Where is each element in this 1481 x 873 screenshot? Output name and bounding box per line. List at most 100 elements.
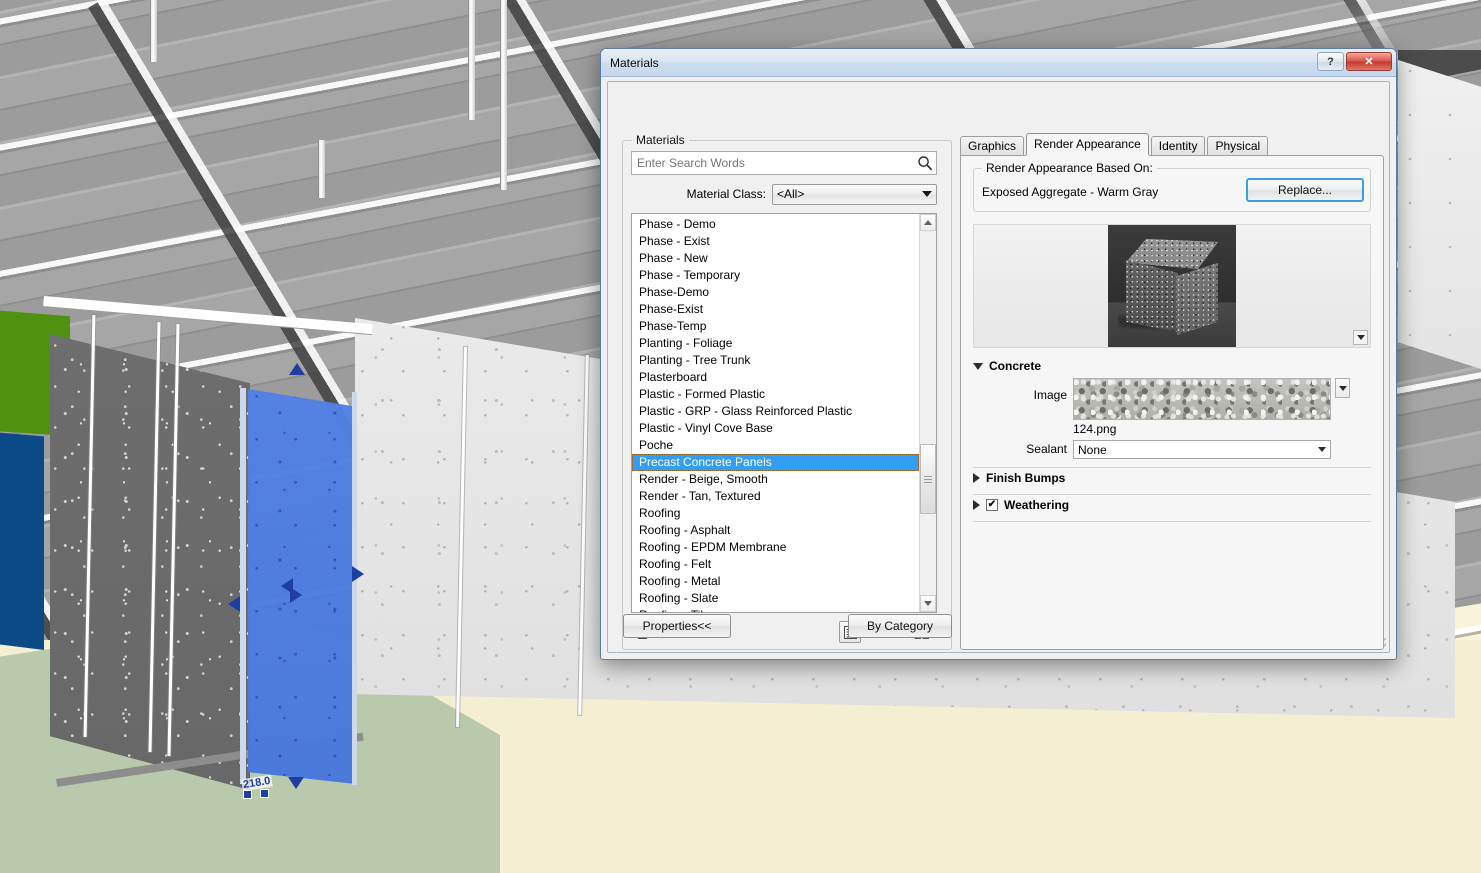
materials-dialog[interactable]: Materials ? ✕ Materials Material Class: [600,48,1397,660]
triangle-down-icon [924,601,932,606]
by-category-button[interactable]: By Category [848,614,952,638]
concrete-image-filename: 124.png [1073,422,1117,436]
dialog-title: Materials [610,55,659,70]
preview-options-dropdown[interactable] [1353,330,1368,345]
dialog-body: Materials Material Class: <All> [607,81,1390,653]
concrete-image-dropdown[interactable] [1335,378,1350,398]
sealant-dropdown[interactable]: None [1073,440,1331,459]
grip-lines-icon [924,478,932,480]
tab-physical[interactable]: Physical [1207,136,1269,155]
chevron-down-icon [922,191,932,197]
dialog-titlebar[interactable]: Materials ? ✕ [601,49,1396,77]
material-list-item[interactable]: Phase-Demo [632,284,919,301]
material-properties-pane: Graphics Render Appearance Identity Physica… [960,133,1384,650]
materials-list-scrollbar[interactable] [919,214,936,612]
preview-cube [1126,239,1218,335]
material-list-item[interactable]: Roofing - Felt [632,556,919,573]
sealant-value: None [1078,442,1107,457]
preview-stage [1108,225,1236,347]
help-button[interactable]: ? [1317,52,1344,71]
material-list-item[interactable]: Render - Beige, Smooth [632,471,919,488]
panel-grip-handle[interactable] [243,790,252,799]
structural-post [318,140,325,198]
property-tabs[interactable]: Graphics Render Appearance Identity Physica… [960,133,1270,155]
section-concrete: Concrete Image 124.png Sealant None [973,356,1371,468]
triangle-right-icon[interactable] [973,473,980,483]
material-class-value: <All> [777,187,805,201]
material-list-item[interactable]: Roofing - Tile [632,607,919,612]
material-list-item[interactable]: Roofing - Slate [632,590,919,607]
window-buttons: ? ✕ [1317,52,1392,71]
materials-list[interactable]: Phase - Demo Phase - Exist Phase - New Phas… [631,213,937,613]
scroll-down-button[interactable] [920,595,936,612]
triangle-down-icon[interactable] [973,362,983,370]
search-row[interactable] [631,151,937,175]
panel-drag-arrow-left[interactable] [228,596,240,612]
replace-button[interactable]: Replace... [1246,178,1364,202]
panel-drag-arrow-bottom[interactable] [288,777,304,789]
material-list-item[interactable]: Roofing - Metal [632,573,919,590]
material-list-item[interactable]: Render - Tan, Textured [632,488,919,505]
facade-panel-blue[interactable] [0,432,44,650]
material-list-item[interactable]: Poche [632,437,919,454]
search-input[interactable] [632,155,914,171]
search-icon[interactable] [914,155,936,171]
chevron-down-icon [1318,447,1326,452]
scroll-up-button[interactable] [920,214,936,231]
far-building-wall[interactable] [1398,60,1481,370]
selected-precast-panel[interactable] [248,389,356,784]
material-list-item[interactable]: Phase-Temp [632,318,919,335]
section-weathering-header[interactable]: ✔ Weathering [973,495,1371,515]
material-list-item[interactable]: Plasterboard [632,369,919,386]
concrete-image-swatch[interactable] [1073,378,1331,420]
section-concrete-header[interactable]: Concrete [973,356,1371,376]
material-list-item[interactable]: Roofing [632,505,919,522]
structural-post [468,0,475,120]
render-appearance-name: Exposed Aggregate - Warm Gray [982,185,1159,199]
section-finish-bumps: Finish Bumps [973,468,1371,495]
panel-drag-arrow-right[interactable] [352,566,364,582]
chevron-down-icon [1338,385,1347,391]
close-button[interactable]: ✕ [1346,52,1392,71]
render-appearance-panel: Render Appearance Based On: Exposed Aggr… [960,155,1384,650]
materials-list-items[interactable]: Phase - Demo Phase - Exist Phase - New Phas… [632,214,919,612]
render-appearance-based-on-legend: Render Appearance Based On: [982,161,1157,175]
materials-groupbox: Materials Material Class: <All> [622,133,952,650]
material-class-dropdown[interactable]: <All> [772,183,937,205]
material-list-item[interactable]: Planting - Tree Trunk [632,352,919,369]
section-finish-bumps-title: Finish Bumps [986,471,1066,485]
triangle-right-icon[interactable] [973,500,980,510]
material-list-item[interactable]: Phase - Exist [632,233,919,250]
material-list-item[interactable]: Plastic - GRP - Glass Reinforced Plastic [632,403,919,420]
material-preview[interactable] [973,224,1371,348]
tab-graphics[interactable]: Graphics [960,136,1025,155]
material-list-item[interactable]: Roofing - Asphalt [632,522,919,539]
render-appearance-based-on-group: Render Appearance Based On: Exposed Aggr… [973,161,1371,212]
material-list-item[interactable]: Plastic - Vinyl Cove Base [632,420,919,437]
section-weathering: ✔ Weathering [973,495,1371,522]
section-finish-bumps-header[interactable]: Finish Bumps [973,468,1371,488]
material-list-item[interactable]: Phase - Demo [632,216,919,233]
material-list-item[interactable]: Precast Concrete Panels [632,454,919,471]
material-class-row: Material Class: <All> [631,183,937,205]
weathering-checkbox[interactable]: ✔ [986,499,998,511]
panel-edge-left [240,388,246,784]
material-list-item[interactable]: Phase - Temporary [632,267,919,284]
properties-button[interactable]: Properties<< [623,614,731,638]
panel-drag-arrow-top[interactable] [289,363,305,375]
panel-move-arrow-b[interactable] [290,587,302,603]
triangle-up-icon [924,220,932,225]
tab-identity[interactable]: Identity [1150,136,1206,155]
tab-render-appearance[interactable]: Render Appearance [1026,133,1149,155]
material-list-item[interactable]: Roofing - EPDM Membrane [632,539,919,556]
material-list-item[interactable]: Planting - Foliage [632,335,919,352]
scrollbar-thumb[interactable] [920,444,936,514]
panel-grip-handle[interactable] [260,789,269,798]
structural-post [150,0,157,62]
material-class-label: Material Class: [686,187,766,201]
chevron-down-icon [1356,335,1365,340]
material-list-item[interactable]: Phase - New [632,250,919,267]
material-list-item[interactable]: Phase-Exist [632,301,919,318]
section-concrete-title: Concrete [989,359,1042,373]
material-list-item[interactable]: Plastic - Formed Plastic [632,386,919,403]
